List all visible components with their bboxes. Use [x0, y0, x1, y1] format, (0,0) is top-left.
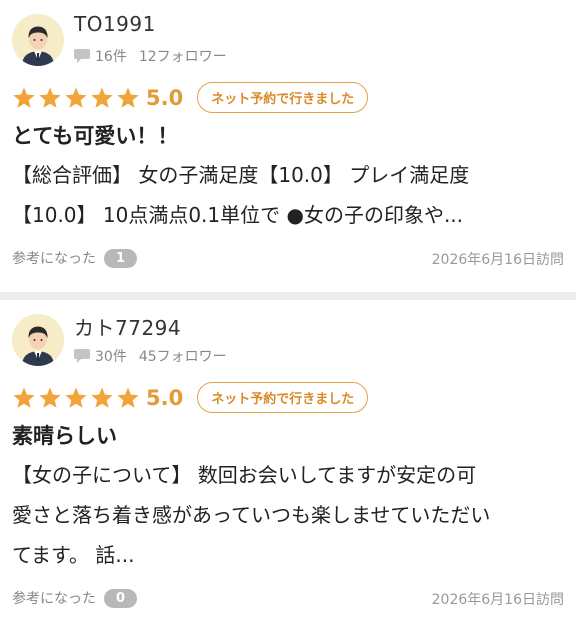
review-body-line: てます。 話... — [12, 543, 135, 567]
speech-bubble-icon — [74, 49, 90, 63]
helpful-count-badge: 1 — [104, 248, 138, 268]
review-separator — [0, 292, 576, 300]
net-reservation-badge: ネット予約で行きました — [197, 382, 369, 413]
helpful-button[interactable]: 参考になった 1 — [12, 248, 138, 268]
review-card: TO1991 16件 12フォロワー 5.0 ネット予約で行きました とても可愛… — [0, 0, 576, 292]
review-title[interactable]: とても可愛い！！ — [12, 120, 178, 150]
rating-row: 5.0 ネット予約で行きました — [12, 382, 369, 413]
review-body[interactable]: 【総合評価】 女の子満足度【10.0】 プレイ満足度 【10.0】 10点満点0… — [12, 155, 564, 235]
visit-date: 2026年6月16日訪問 — [431, 252, 564, 268]
star-icon — [117, 387, 139, 408]
reviewer-name[interactable]: TO1991 — [74, 12, 156, 36]
helpful-button[interactable]: 参考になった 0 — [12, 588, 138, 608]
rating-score: 5.0 — [146, 85, 184, 110]
helpful-count-badge: 0 — [104, 588, 138, 608]
user-avatar-icon[interactable] — [12, 314, 64, 366]
helpful-label: 参考になった — [12, 591, 96, 607]
star-icon — [65, 87, 87, 108]
star-rating — [12, 386, 142, 410]
review-body[interactable]: 【女の子について】 数回お会いしてますが安定の可 愛さと落ち着き感があっていつも… — [12, 455, 564, 575]
visit-date: 2026年6月16日訪問 — [431, 592, 564, 608]
star-icon — [117, 87, 139, 108]
star-icon — [65, 387, 87, 408]
review-body-line: 【総合評価】 女の子満足度【10.0】 プレイ満足度 — [12, 163, 470, 187]
reviewer-meta: 30件 45フォロワー — [74, 346, 227, 366]
star-icon — [39, 87, 61, 108]
user-avatar-icon[interactable] — [12, 14, 64, 66]
star-icon — [91, 87, 113, 108]
rating-row: 5.0 ネット予約で行きました — [12, 82, 369, 113]
speech-bubble-icon — [74, 349, 90, 363]
rating-score: 5.0 — [146, 385, 184, 410]
review-body-line: 愛さと落ち着き感があっていつも楽しませていただい — [12, 503, 491, 527]
review-body-line: 【10.0】 10点満点0.1単位で ●女の子の印象や... — [12, 203, 464, 227]
review-card: カト77294 30件 45フォロワー 5.0 ネット予約で行きました 素晴らし… — [0, 300, 576, 632]
helpful-label: 参考になった — [12, 251, 96, 267]
review-body-line: 【女の子について】 数回お会いしてますが安定の可 — [12, 463, 477, 487]
follower-count: 12フォロワー — [138, 49, 227, 65]
star-icon — [13, 387, 35, 408]
review-count: 16件 — [95, 49, 127, 65]
star-icon — [39, 387, 61, 408]
reviewer-name[interactable]: カト77294 — [74, 312, 181, 341]
net-reservation-badge: ネット予約で行きました — [197, 82, 369, 113]
reviewer-meta: 16件 12フォロワー — [74, 46, 227, 66]
star-rating — [12, 86, 142, 110]
star-icon — [91, 387, 113, 408]
review-count: 30件 — [95, 349, 127, 365]
follower-count: 45フォロワー — [138, 349, 227, 365]
review-title[interactable]: 素晴らしい — [12, 420, 117, 450]
star-icon — [13, 87, 35, 108]
